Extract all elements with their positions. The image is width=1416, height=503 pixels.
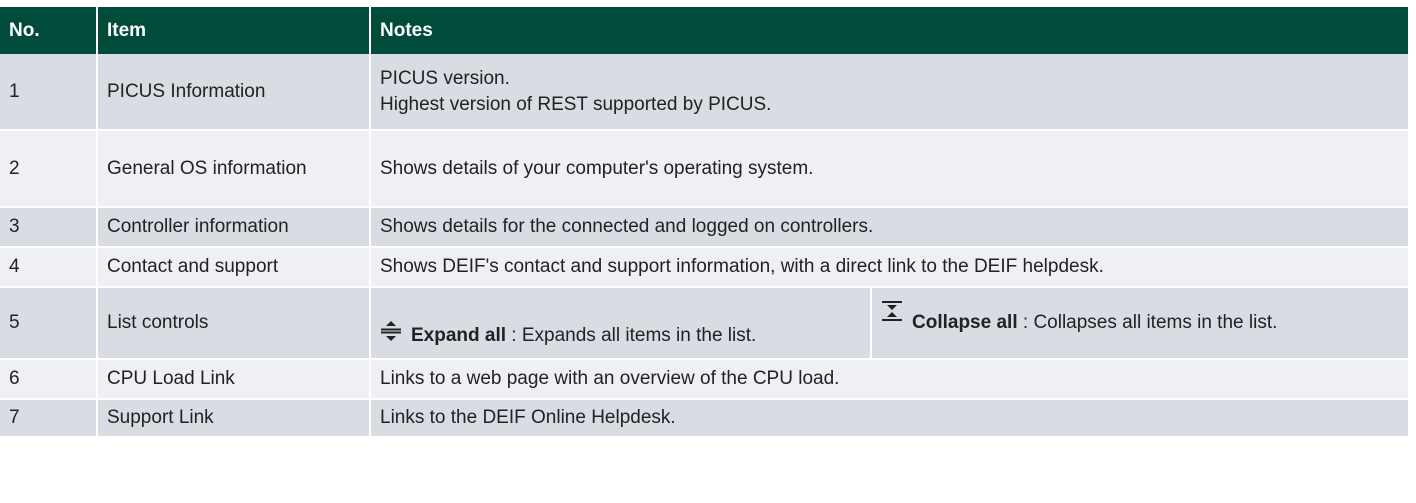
- header-no: No.: [0, 7, 98, 54]
- row-notes: Shows details for the connected and logg…: [370, 207, 1408, 248]
- table-row: 3 Controller information Shows details f…: [0, 207, 1408, 248]
- notes-table: No. Item Notes 1 PICUS Information PICUS…: [0, 7, 1408, 438]
- row-item: Contact and support: [97, 247, 371, 288]
- expand-all-description: : Expands all items in the list.: [506, 325, 757, 346]
- row-item: List controls: [97, 287, 371, 360]
- note-line: PICUS version.: [380, 67, 510, 89]
- note-line: Highest version of REST supported by PIC…: [380, 93, 772, 115]
- row-notes: Shows details of your computer's operati…: [370, 130, 1408, 208]
- table-header: No. Item Notes: [0, 7, 1408, 54]
- row-number: 2: [0, 130, 98, 208]
- table-row: 1 PICUS Information PICUS version. Highe…: [0, 54, 1408, 131]
- row-number: 4: [0, 247, 98, 288]
- row-number: 6: [0, 359, 98, 400]
- collapse-all-control: Collapse all : Collapses all items in th…: [872, 288, 1408, 358]
- table-row: 4 Contact and support Shows DEIF's conta…: [0, 247, 1408, 288]
- row-notes: Links to the DEIF Online Helpdesk.: [370, 399, 1408, 438]
- collapse-all-label: Collapse all: [912, 312, 1018, 333]
- row-notes: Expand all : Expands all items in the li…: [370, 287, 1408, 360]
- row-number: 7: [0, 399, 98, 438]
- row-number: 3: [0, 207, 98, 248]
- row-number: 5: [0, 287, 98, 360]
- row-item: Controller information: [97, 207, 371, 248]
- expand-all-label: Expand all: [411, 325, 507, 346]
- table-row: 5 List controls Expand all : Expands all…: [0, 287, 1408, 360]
- row-item: PICUS Information: [97, 54, 371, 131]
- collapse-all-icon: [882, 301, 902, 321]
- table-row: 6 CPU Load Link Links to a web page with…: [0, 359, 1408, 400]
- row-notes: Shows DEIF's contact and support informa…: [370, 247, 1408, 288]
- row-item: General OS information: [97, 130, 371, 208]
- header-row: No. Item Notes: [0, 7, 1408, 54]
- header-notes: Notes: [370, 7, 1408, 54]
- header-item: Item: [97, 7, 371, 54]
- row-item: Support Link: [97, 399, 371, 438]
- list-controls: Expand all : Expands all items in the li…: [371, 288, 1408, 358]
- expand-all-icon: [381, 321, 401, 341]
- row-notes: Links to a web page with an overview of …: [370, 359, 1408, 400]
- table-body: 1 PICUS Information PICUS version. Highe…: [0, 54, 1408, 438]
- table-row: 2 General OS information Shows details o…: [0, 130, 1408, 208]
- collapse-all-description: : Collapses all items in the list.: [1017, 312, 1278, 333]
- row-number: 1: [0, 54, 98, 131]
- table-row: 7 Support Link Links to the DEIF Online …: [0, 399, 1408, 438]
- expand-all-control: Expand all : Expands all items in the li…: [371, 288, 872, 358]
- row-item: CPU Load Link: [97, 359, 371, 400]
- row-notes: PICUS version. Highest version of REST s…: [370, 54, 1408, 131]
